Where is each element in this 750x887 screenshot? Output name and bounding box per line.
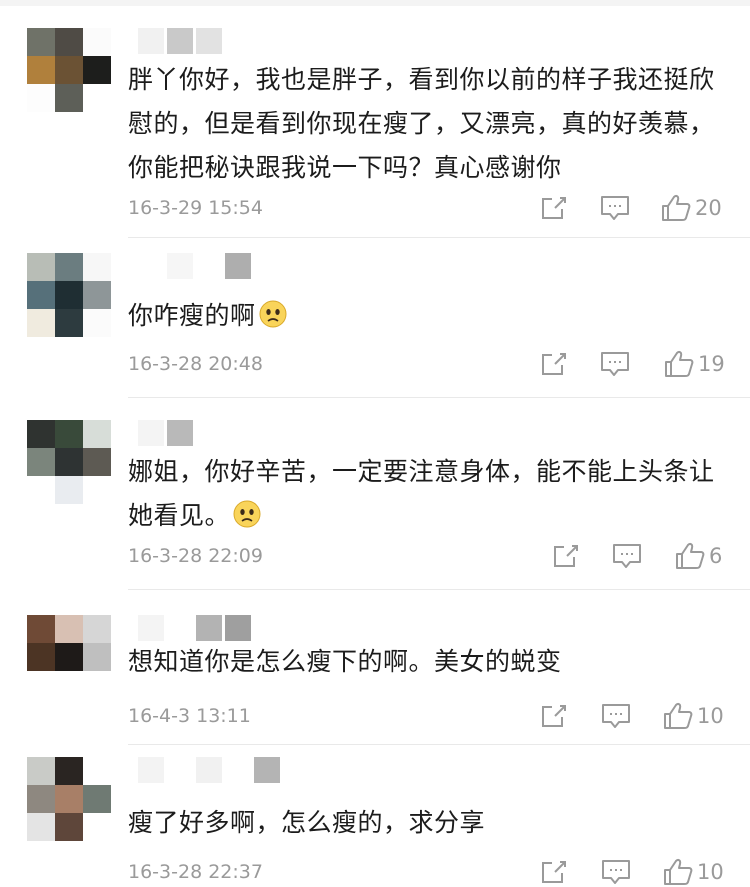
comment-text: 想知道你是怎么瘦下的啊。美女的蜕变 [128,647,562,676]
like-button[interactable]: 19 [664,349,725,379]
avatar[interactable] [27,253,111,337]
comment-time: 16-3-29 15:54 [128,197,263,219]
share-icon [542,861,566,883]
username-blurred[interactable] [138,420,193,446]
comment-meta: 16-4-3 13:11 10 [128,701,728,731]
comment-item: 你咋瘦的啊 16-3-28 20:48 19 [0,238,750,398]
like-button[interactable]: 10 [663,701,724,731]
avatar[interactable] [27,420,111,504]
thumbs-up-icon [662,195,691,221]
username-blurred[interactable] [138,28,222,54]
comment-item: 娜姐，你好辛苦，一定要注意身体，能不能上头条让她看见。 16-3-28 22:0… [0,398,750,590]
share-icon [554,545,578,567]
like-button[interactable]: 20 [661,193,722,223]
comment-time: 16-4-3 13:11 [128,705,251,727]
comment-icon [602,704,630,728]
like-count: 10 [697,860,724,884]
comment-item: 想知道你是怎么瘦下的啊。美女的蜕变 16-4-3 13:11 10 [0,590,750,745]
comment-item: 瘦了好多啊，怎么瘦的，求分享 16-3-28 22:37 10 [0,745,750,885]
comment-meta: 16-3-28 22:09 6 [128,541,728,571]
thumbs-up-icon [676,543,705,569]
share-button[interactable] [540,701,568,731]
username-blurred[interactable] [138,615,251,641]
share-icon [542,353,566,375]
reply-button[interactable] [601,857,631,887]
thumbs-up-icon [664,703,693,729]
share-icon [542,705,566,727]
comment-time: 16-3-28 22:37 [128,861,263,883]
comment-text-content: 你咋瘦的啊 [128,301,256,330]
comment-icon [613,544,641,568]
comment-meta: 16-3-29 15:54 20 [128,193,728,223]
comment-icon [601,352,629,376]
avatar[interactable] [27,757,111,841]
username-blurred[interactable] [138,757,280,783]
avatar[interactable] [27,28,111,112]
like-count: 10 [697,704,724,728]
comment-meta: 16-3-28 22:37 10 [128,857,728,887]
reply-button[interactable] [612,541,642,571]
username-blurred[interactable] [138,253,251,279]
comment-text-content: 娜姐，你好辛苦，一定要注意身体，能不能上头条让她看见。 [128,457,715,530]
comment-item: 胖丫你好，我也是胖子，看到你以前的样子我还挺欣慰的，但是看到你现在瘦了，又漂亮，… [0,0,750,238]
like-count: 20 [695,196,722,220]
comment-text: 娜姐，你好辛苦，一定要注意身体，能不能上头条让她看见。 [128,450,728,538]
reply-button[interactable] [601,701,631,731]
sad-face-emoji-icon [233,500,261,528]
like-button[interactable]: 6 [675,541,722,571]
comment-time: 16-3-28 22:09 [128,545,263,567]
share-button[interactable] [540,857,568,887]
like-button[interactable]: 10 [663,857,724,887]
reply-button[interactable] [600,193,630,223]
comment-text: 胖丫你好，我也是胖子，看到你以前的样子我还挺欣慰的，但是看到你现在瘦了，又漂亮，… [128,65,715,182]
share-icon [542,197,566,219]
comment-icon [602,860,630,884]
comment-text: 瘦了好多啊，怎么瘦的，求分享 [128,808,486,837]
sad-face-emoji-icon [259,300,287,328]
share-button[interactable] [540,349,568,379]
comment-icon [601,196,629,220]
comment-time: 16-3-28 20:48 [128,353,263,375]
like-count: 19 [698,352,725,376]
share-button[interactable] [540,193,568,223]
comment-text: 你咋瘦的啊 [128,294,728,338]
avatar[interactable] [27,615,111,699]
comment-meta: 16-3-28 20:48 19 [128,349,728,379]
thumbs-up-icon [664,859,693,885]
reply-button[interactable] [600,349,630,379]
share-button[interactable] [552,541,580,571]
like-count: 6 [709,544,723,568]
thumbs-up-icon [665,351,694,377]
